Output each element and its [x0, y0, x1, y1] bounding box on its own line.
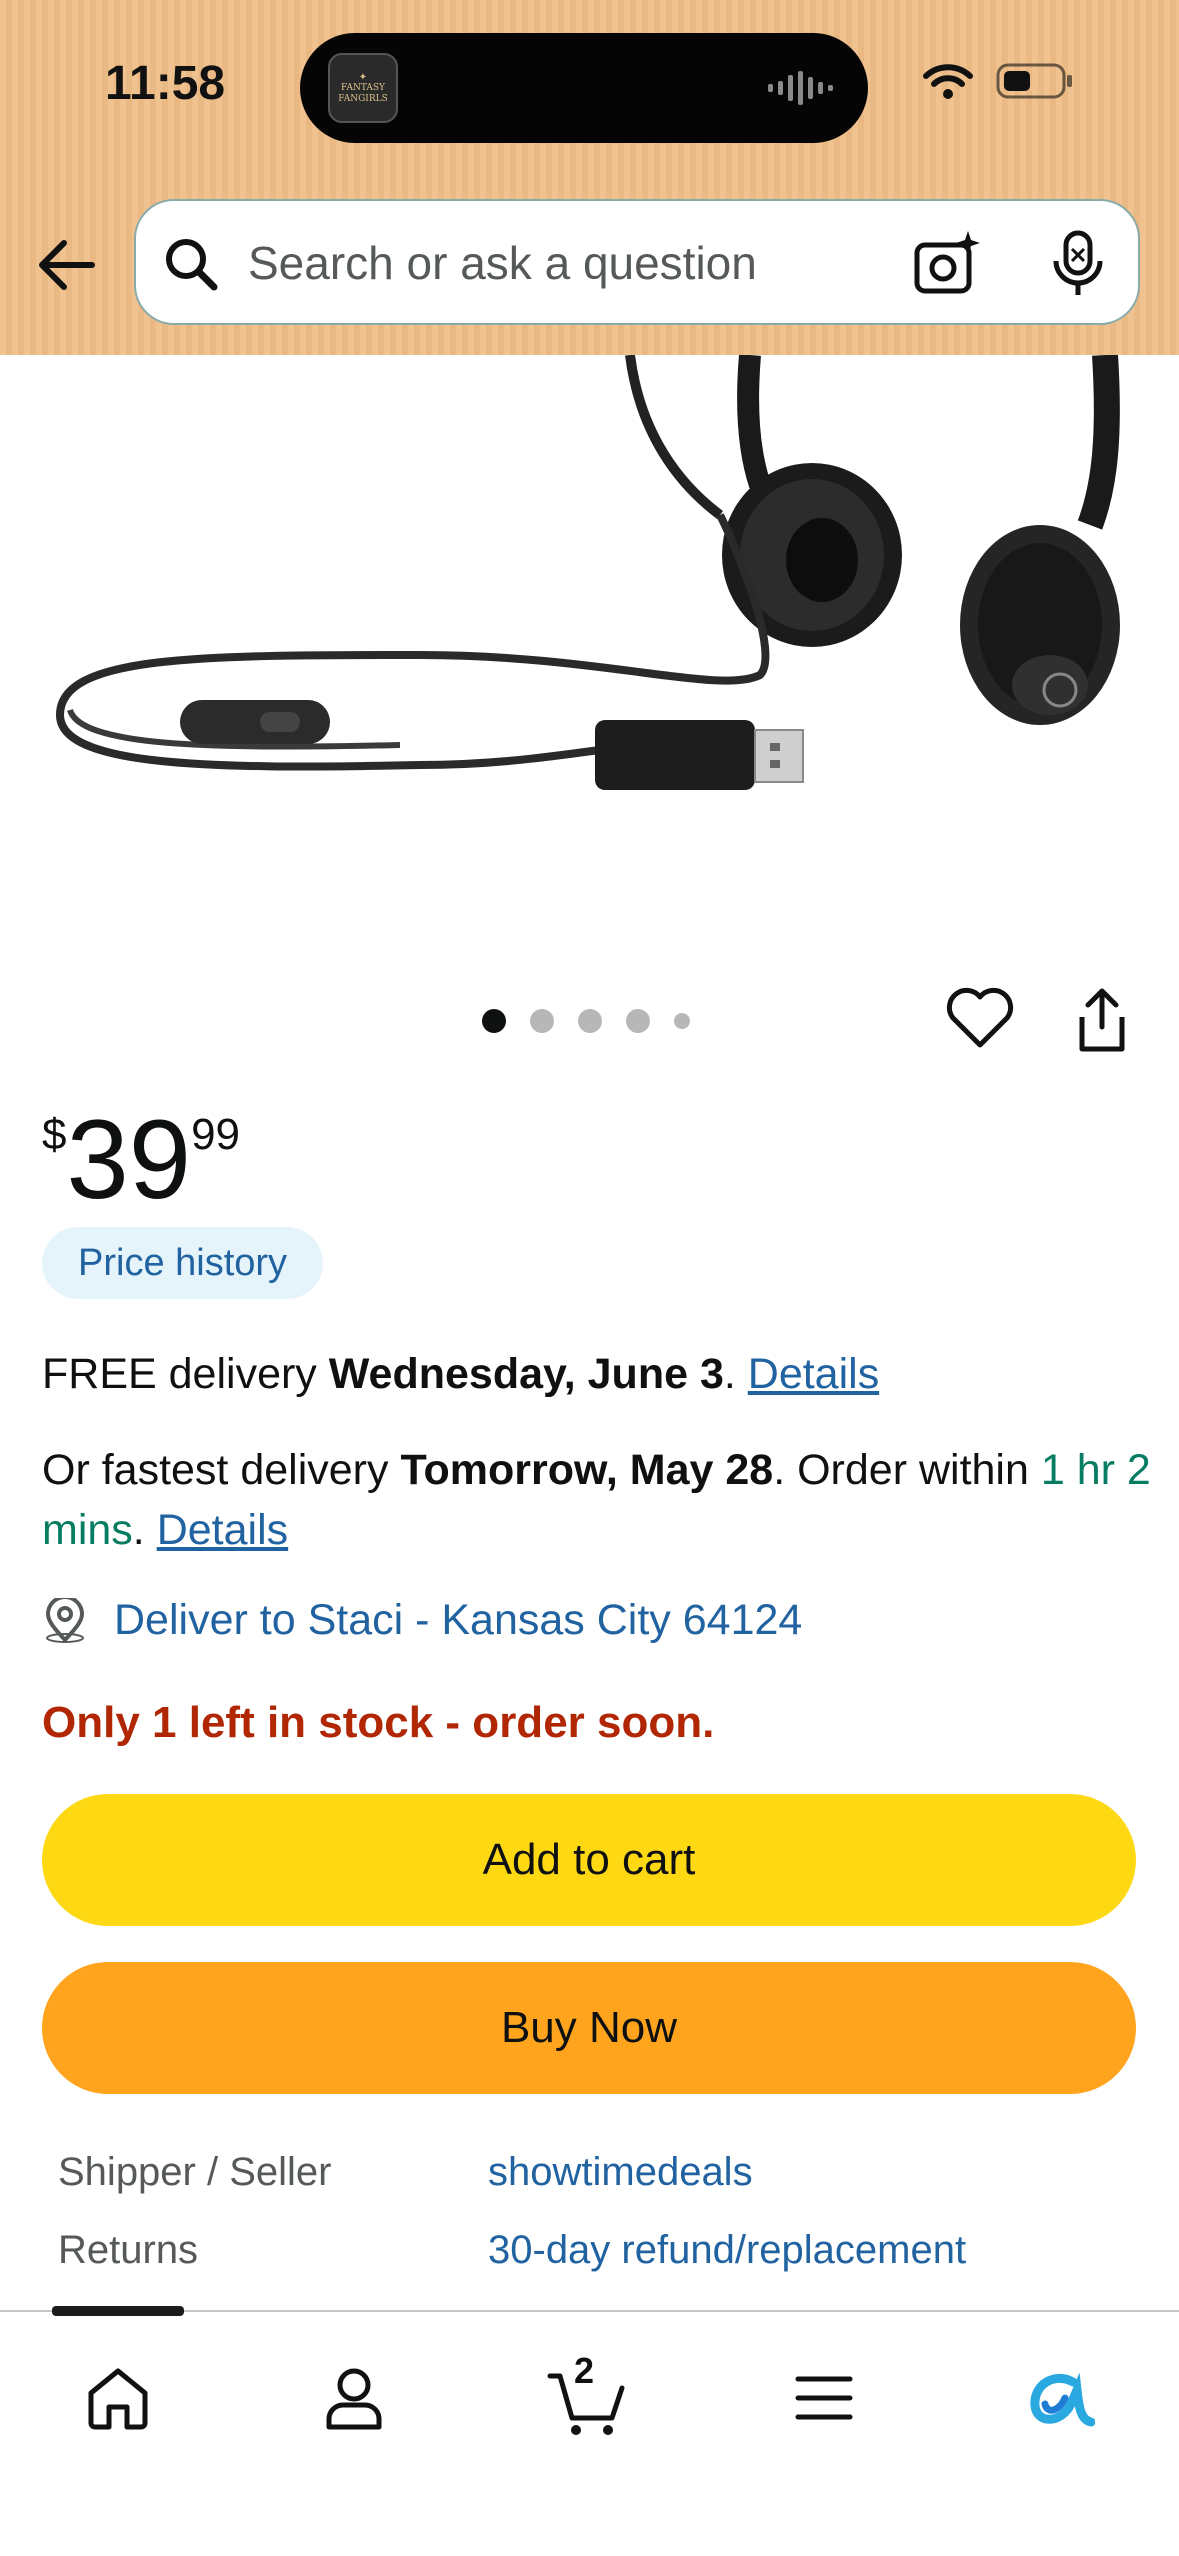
price-history-button[interactable]: Price history	[42, 1227, 324, 1299]
audio-wave-icon	[768, 71, 833, 105]
status-time: 11:58	[105, 57, 226, 110]
camera-search-icon[interactable]	[912, 229, 982, 299]
fastest-delivery-separator: .	[132, 1506, 157, 1554]
free-delivery-date: Wednesday, June 3	[328, 1350, 724, 1398]
nav-cart[interactable]: 2	[538, 2348, 638, 2448]
back-arrow-icon[interactable]	[36, 234, 98, 296]
nav-home[interactable]	[68, 2348, 168, 2448]
free-delivery-details-link[interactable]: Details	[748, 1350, 879, 1398]
fastest-delivery-line: Or fastest delivery Tomorrow, May 28. Or…	[42, 1440, 1152, 1560]
detail-row-returns: Returns 30-day refund/replacement	[58, 2228, 966, 2273]
price-whole: 39	[66, 1097, 192, 1222]
now-playing-app-icon: ✦ FANTASY FANGIRLS	[328, 53, 398, 123]
rufus-assistant-icon	[1030, 2372, 1095, 2427]
active-tab-indicator	[52, 2306, 184, 2316]
nav-rufus-assistant[interactable]	[1010, 2348, 1110, 2448]
carousel-dot-1[interactable]	[482, 1009, 506, 1033]
share-icon[interactable]	[1072, 985, 1132, 1055]
deliver-to-location[interactable]: Deliver to Staci - Kansas City 64124	[42, 1596, 802, 1645]
price-currency: $	[42, 1110, 67, 1159]
returns-link[interactable]: 30-day refund/replacement	[488, 2228, 966, 2272]
detail-row-seller: Shipper / Seller showtimedeals	[58, 2150, 753, 2195]
free-delivery-separator: .	[723, 1350, 748, 1398]
search-icon	[166, 239, 218, 291]
dynamic-island: ✦ FANTASY FANGIRLS	[300, 33, 868, 143]
product-image[interactable]	[0, 355, 1179, 975]
stock-warning: Only 1 left in stock - order soon.	[42, 1698, 715, 1747]
search-bar[interactable]	[134, 199, 1140, 325]
carousel-dot-3[interactable]	[578, 1009, 602, 1033]
fastest-delivery-details-link[interactable]: Details	[157, 1506, 288, 1554]
free-delivery-line: FREE delivery Wednesday, June 3. Details	[42, 1344, 1152, 1404]
heart-icon[interactable]	[945, 985, 1015, 1055]
home-icon	[88, 2368, 148, 2430]
carousel-dot-2[interactable]	[530, 1009, 554, 1033]
add-to-cart-button[interactable]: Add to cart	[42, 1794, 1136, 1926]
seller-link[interactable]: showtimedeals	[488, 2150, 753, 2194]
app-badge-text: FANTASY FANGIRLS	[338, 82, 388, 104]
free-delivery-prefix: FREE delivery	[42, 1350, 329, 1398]
detail-label: Returns	[58, 2228, 199, 2272]
microphone-icon[interactable]	[1048, 229, 1108, 299]
carousel-dot-4[interactable]	[626, 1009, 650, 1033]
nav-menu[interactable]	[774, 2348, 874, 2448]
fastest-delivery-prefix: Or fastest delivery	[42, 1446, 401, 1494]
wifi-icon	[923, 64, 973, 99]
user-icon	[326, 2368, 382, 2430]
deliver-to-text[interactable]: Deliver to Staci - Kansas City 64124	[114, 1596, 802, 1645]
nav-account[interactable]	[304, 2348, 404, 2448]
menu-icon	[795, 2376, 853, 2420]
fastest-delivery-date: Tomorrow, May 28	[400, 1446, 774, 1494]
battery-icon	[996, 63, 1072, 99]
price-fraction: 99	[191, 1110, 241, 1159]
bottom-navigation: 2	[0, 2306, 1179, 2556]
buy-now-button[interactable]: Buy Now	[42, 1962, 1136, 2094]
top-header: 11:58 ✦ FANTASY FANGIRLS	[0, 0, 1179, 355]
cart-count-badge: 2	[574, 2350, 595, 2391]
price: $ 39 99	[42, 1100, 240, 1220]
search-input[interactable]	[246, 201, 910, 325]
status-icons	[922, 62, 1074, 100]
detail-label: Shipper / Seller	[58, 2150, 332, 2194]
image-carousel-dots[interactable]	[482, 1009, 690, 1033]
order-within-text: . Order within	[773, 1446, 1041, 1494]
location-pin-icon	[45, 1597, 85, 1643]
carousel-dot-5[interactable]	[674, 1013, 690, 1029]
